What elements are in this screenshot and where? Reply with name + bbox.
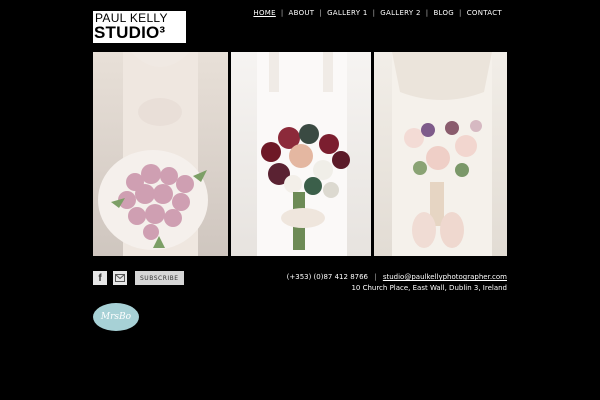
- site-logo[interactable]: PAUL KELLY STUDIO³: [93, 11, 186, 43]
- logo-line-2: STUDIO³: [94, 23, 166, 42]
- facebook-icon[interactable]: f: [93, 271, 107, 285]
- contact-info: (+353) (0)87 412 8766 | studio@paulkelly…: [287, 272, 507, 294]
- mrsbo-badge[interactable]: MrsBo: [93, 303, 139, 331]
- contact-separator: |: [374, 273, 377, 281]
- bouquet-pink-roses-image: [98, 52, 208, 256]
- photo-gallery: [93, 52, 507, 256]
- envelope-icon: [115, 274, 125, 282]
- gallery-photo-2[interactable]: [231, 52, 371, 256]
- gallery-photo-1[interactable]: [93, 52, 228, 256]
- gallery-photo-3[interactable]: [374, 52, 507, 256]
- nav-gallery-1[interactable]: GALLERY 1: [322, 9, 373, 17]
- nav-contact[interactable]: CONTACT: [462, 9, 507, 17]
- social-links: f SUBSCRIBE: [93, 271, 184, 285]
- nav-about[interactable]: ABOUT: [284, 9, 320, 17]
- nav-home[interactable]: HOME: [248, 9, 280, 17]
- address: 10 Church Place, East Wall, Dublin 3, Ir…: [351, 284, 507, 292]
- email-icon[interactable]: [113, 271, 127, 285]
- main-nav: HOME | ABOUT | GALLERY 1 | GALLERY 2 | B…: [248, 9, 507, 17]
- bouquet-dark-red-image: [257, 52, 350, 256]
- subscribe-button[interactable]: SUBSCRIBE: [135, 271, 184, 285]
- phone-number: (+353) (0)87 412 8766: [286, 273, 369, 281]
- email-link[interactable]: studio@paulkellyphotographer.com: [383, 273, 507, 281]
- bouquet-pale-roses-image: [392, 52, 492, 256]
- nav-blog[interactable]: BLOG: [428, 9, 459, 17]
- nav-gallery-2[interactable]: GALLERY 2: [375, 9, 426, 17]
